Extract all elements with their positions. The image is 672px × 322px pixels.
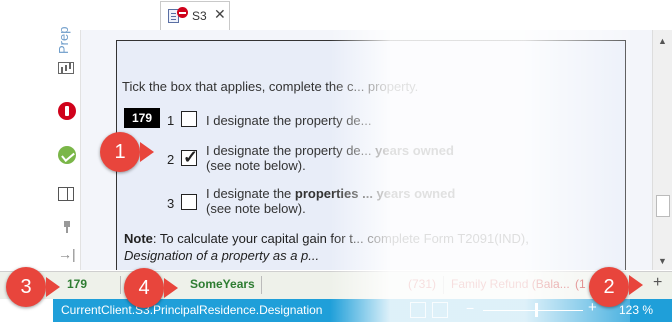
note-line-2: Designation of a property as a p... [124, 248, 320, 263]
box-number: 179 [124, 108, 160, 128]
field-separator [120, 276, 121, 294]
callout-pointer [164, 278, 178, 298]
chart-icon[interactable] [58, 62, 74, 74]
form-instruction: Tick the box that applies, complete the … [122, 79, 419, 94]
close-icon[interactable]: ✕ [214, 6, 226, 23]
field-number[interactable]: 179 [67, 277, 87, 291]
option-number-3: 3 [167, 196, 175, 211]
tab-s3[interactable]: S3 ✕ [160, 1, 230, 30]
option-text-2-plain: I designate the property de... [206, 143, 372, 158]
form-note: Note: To calculate your capital gain for… [124, 230, 529, 264]
pin-icon[interactable] [62, 221, 72, 233]
tab-label: S3 [192, 9, 207, 23]
callout-1: 1 [100, 132, 140, 172]
vertical-scrollbar[interactable]: ▲ ▼ [652, 30, 672, 270]
page-layout-icon[interactable] [58, 187, 74, 201]
option-text-3-bold: properties ... years owned [294, 186, 456, 201]
error-icon[interactable] [58, 102, 76, 120]
option-checkbox-3[interactable] [181, 194, 197, 210]
callout-pointer [629, 275, 643, 295]
callout-4: 4 [124, 268, 164, 308]
option-number-1: 1 [167, 113, 175, 128]
option-subtext-2: (see note below). [206, 158, 306, 173]
sidebar-prep-label[interactable]: Prep [56, 27, 71, 54]
zoom-slider-thumb[interactable] [535, 303, 538, 317]
callout-2: 2 [589, 267, 629, 307]
option-text-2: I designate the property de... years own… [206, 143, 454, 173]
scroll-down-icon[interactable]: ▼ [658, 256, 667, 266]
option-checkbox-2[interactable] [181, 147, 198, 168]
view-page-icon[interactable] [410, 302, 426, 318]
field-item-b[interactable]: Family Refund (Bala... [451, 277, 570, 291]
view-fit-icon[interactable] [432, 302, 448, 318]
callout-3: 3 [6, 267, 46, 307]
field-separator [443, 276, 444, 294]
scroll-up-icon[interactable]: ▲ [658, 36, 667, 46]
field-value[interactable]: SomeYears [190, 277, 255, 291]
tab-bar [0, 0, 672, 30]
option-text-3-plain: I designate the [206, 186, 295, 201]
option-text-3: I designate the properties ... years own… [206, 186, 455, 216]
stop-icon [177, 7, 188, 18]
field-separator [261, 276, 262, 294]
field-path: CurrentClient.S3.PrincipalResidence.Desi… [61, 303, 323, 317]
field-item-c[interactable]: (1 [575, 277, 586, 291]
zoom-level: 123 % [619, 303, 654, 317]
option-text-1: I designate the property de... [206, 113, 372, 128]
zoom-out-button[interactable]: − [466, 300, 474, 316]
add-field-button[interactable]: + [653, 274, 662, 292]
option-checkbox-1[interactable] [181, 111, 197, 127]
note-line-1: : To calculate your capital gain for t..… [152, 231, 529, 246]
callout-pointer [140, 142, 154, 162]
option-text-2-bold: years owned [375, 143, 454, 158]
check-icon[interactable] [58, 146, 76, 164]
field-bar [0, 271, 672, 299]
scroll-thumb[interactable] [656, 195, 670, 217]
collapse-arrow-icon[interactable]: →| [58, 246, 76, 262]
option-subtext-3: (see note below). [206, 201, 306, 216]
zoom-slider-track[interactable] [483, 310, 583, 311]
field-item-a[interactable]: (731) [408, 277, 436, 291]
option-number-2: 2 [167, 152, 175, 167]
callout-pointer [46, 277, 60, 297]
note-label: Note [124, 231, 153, 246]
